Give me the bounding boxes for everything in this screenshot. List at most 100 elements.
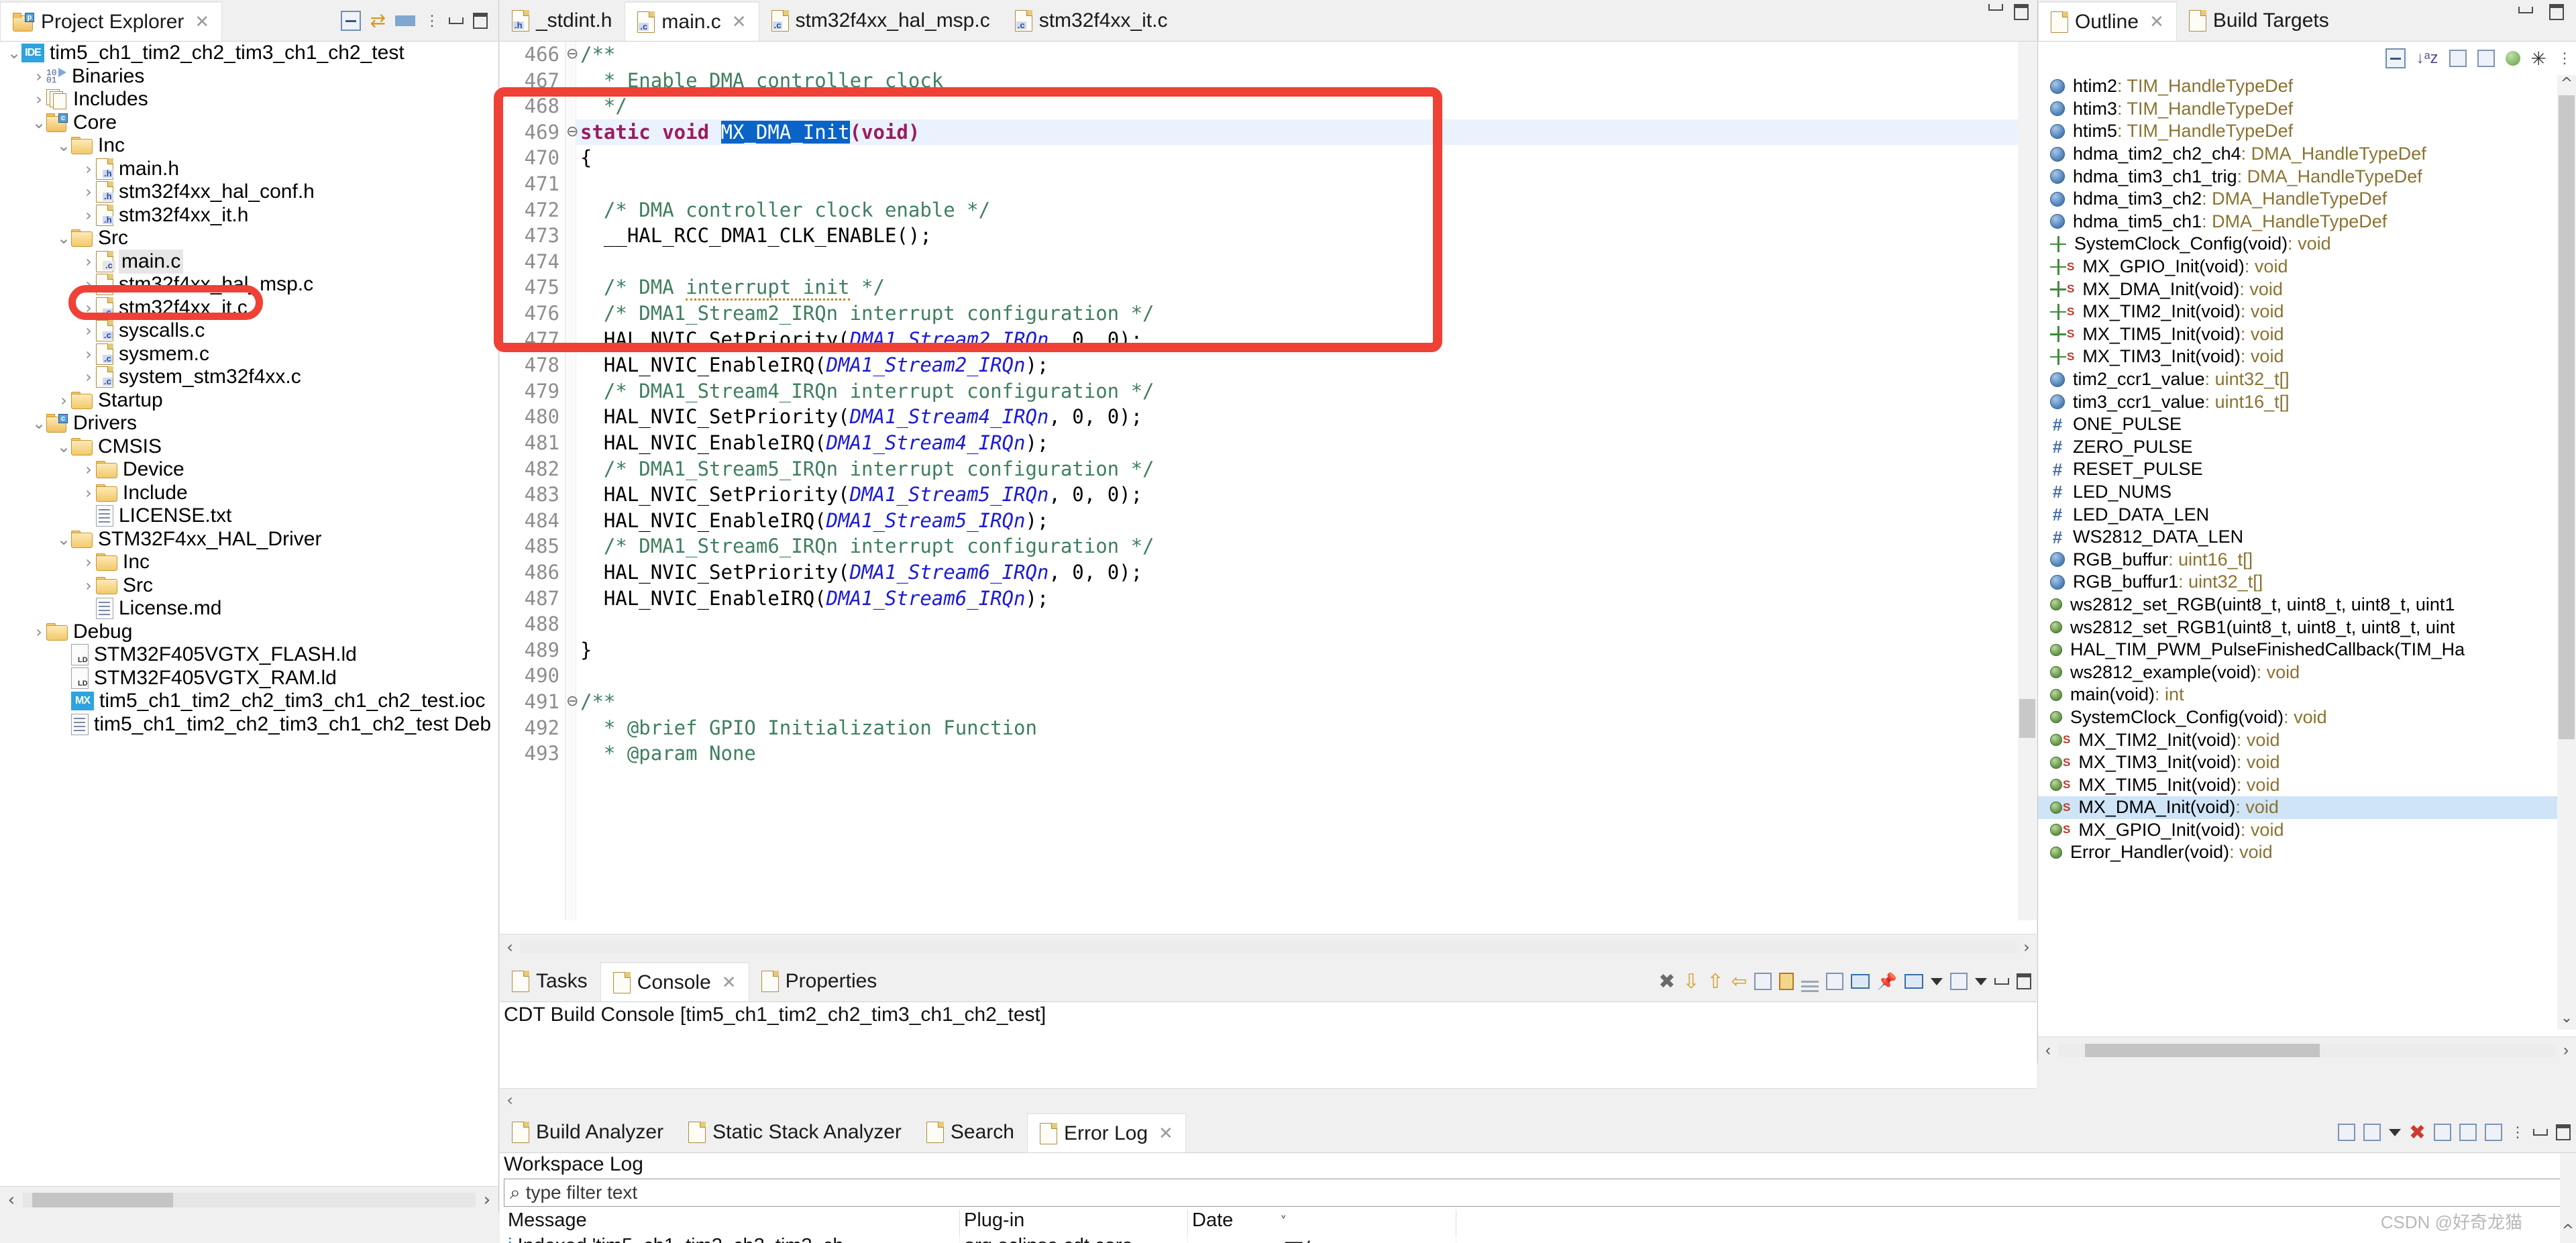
minimize-icon[interactable] <box>449 17 464 24</box>
tab-properties[interactable]: Properties <box>749 961 890 1002</box>
outline-item-mx-tim3-init-void-[interactable]: S MX_TIM3_Init(void) : void <box>2038 345 2557 368</box>
outline-item-mx-tim5-init-void-[interactable]: S MX_TIM5_Init(void) : void <box>2038 773 2557 796</box>
chevron-right-icon[interactable]: › <box>81 252 96 271</box>
view-menu-icon[interactable]: ⋮ <box>2510 1123 2525 1142</box>
word-wrap-icon[interactable] <box>1801 980 1819 983</box>
view-menu-filter-icon[interactable] <box>395 15 415 26</box>
scroll-lock-icon[interactable]: ⇦ <box>1731 971 1747 991</box>
collapse-all-icon[interactable] <box>2385 48 2406 68</box>
chevron-down-icon[interactable]: ⌄ <box>7 44 21 62</box>
outline-item-ws2812-data-len[interactable]: # WS2812_DATA_LEN <box>2038 526 2557 549</box>
outline-item-tim2-ccr1-value[interactable]: tim2_ccr1_value : uint32_t[] <box>2038 368 2557 391</box>
code-line[interactable]: { <box>580 145 592 171</box>
scroll-up-icon[interactable]: ^ <box>2559 75 2575 95</box>
console-hscrollbar[interactable]: ‹ <box>500 1088 2037 1111</box>
outline-item-tim3-ccr1-value[interactable]: tim3_ccr1_value : uint16_t[] <box>2038 390 2557 413</box>
tree-item-stm32f405vgtx-ram-ld[interactable]: LD STM32F405VGTX_RAM.ld <box>0 667 498 690</box>
minimize-icon[interactable] <box>1994 978 2009 985</box>
tree-item-inc[interactable]: ⌄ Inc <box>0 134 498 158</box>
tree-item-main-h[interactable]: › .h main.h <box>0 158 498 181</box>
tree-item-cmsis[interactable]: ⌄ CMSIS <box>0 435 498 459</box>
close-icon[interactable]: ✕ <box>195 12 209 32</box>
close-icon[interactable]: ✕ <box>1159 1124 1173 1144</box>
tab-tasks[interactable]: Tasks <box>500 961 600 1002</box>
tree-item-binaries[interactable]: › 10 01 Binaries <box>0 65 498 89</box>
chevron-right-icon[interactable]: › <box>56 391 71 410</box>
chevron-right-icon[interactable]: › <box>81 182 96 201</box>
display-console-dropdown-icon[interactable] <box>1931 977 1943 985</box>
outline-vscrollbar[interactable]: ^ ⌄ <box>2557 75 2576 1030</box>
open-console-dropdown-icon[interactable] <box>1975 977 1987 985</box>
editor-hscrollbar[interactable]: ‹ › <box>500 934 2037 959</box>
chevron-down-icon[interactable]: ⌄ <box>32 414 46 433</box>
close-icon[interactable]: ✕ <box>2149 12 2164 32</box>
tree-item-stm32f4xx-hal-driver[interactable]: ⌄ STM32F4xx_HAL_Driver <box>0 528 498 551</box>
clear-log-icon[interactable]: ✖ <box>2409 1121 2426 1144</box>
editor-vscroll-thumb[interactable] <box>2019 699 2035 738</box>
save-console-icon[interactable] <box>1754 973 1772 990</box>
outline-item-ws2812-example-void-[interactable]: ws2812_example(void) : void <box>2038 661 2557 684</box>
chevron-down-icon[interactable]: ⌄ <box>56 229 71 248</box>
error-log-vscrollbar[interactable]: ^ <box>2560 1153 2576 1243</box>
code-line[interactable]: HAL_NVIC_SetPriority(DMA1_Stream2_IRQn, … <box>580 327 1142 353</box>
chevron-down-icon[interactable]: ⌄ <box>32 113 46 132</box>
tab-search[interactable]: Search <box>914 1112 1027 1152</box>
code-line[interactable]: * Enable DMA controller clock <box>580 68 943 94</box>
outline-item-led-nums[interactable]: # LED_NUMS <box>2038 481 2557 504</box>
scroll-right-icon[interactable]: › <box>2556 1041 2576 1060</box>
outline-maximize-icon[interactable] <box>2549 4 2564 20</box>
tree-item-stm32f4xx-hal-msp-c[interactable]: › .c stm32f4xx_hal_msp.c <box>0 273 498 296</box>
code-line[interactable]: } <box>580 637 592 663</box>
close-icon[interactable]: ✕ <box>722 973 737 993</box>
project-explorer-hscrollbar[interactable]: ‹ › <box>0 1186 498 1213</box>
restore-log-icon[interactable] <box>2485 1124 2502 1141</box>
outline-item-htim5[interactable]: htim5 : TIM_HandleTypeDef <box>2038 120 2557 143</box>
minimize-icon[interactable] <box>2533 1129 2548 1136</box>
outline-item-ws2812-set-rgb-uint8-t-uint8-t-uint8-t-uint1[interactable]: ws2812_set_RGB(uint8_t, uint8_t, uint8_t… <box>2038 594 2557 616</box>
scroll-down-icon[interactable]: ⇩ <box>1682 970 1699 993</box>
tab-project-explorer[interactable]: p Project Explorer ✕ <box>0 1 223 41</box>
tab-build-targets[interactable]: Build Targets <box>2177 0 2342 41</box>
outline-item-mx-tim5-init-void-[interactable]: S MX_TIM5_Init(void) : void <box>2038 323 2557 346</box>
tree-item-stm32f4xx-it-h[interactable]: › .h stm32f4xx_it.h <box>0 204 498 227</box>
outline-item-hal-tim-pwm-pulsefinishedcallback-tim-ha[interactable]: HAL_TIM_PWM_PulseFinishedCallback(TIM_Ha <box>2038 639 2557 661</box>
lock-console-icon[interactable] <box>1779 973 1794 990</box>
scroll-left-icon[interactable]: ‹ <box>2038 1041 2058 1060</box>
editor-maximize-icon[interactable] <box>2014 4 2029 20</box>
code-line[interactable]: /* DMA1_Stream4_IRQn interrupt configura… <box>580 378 1155 404</box>
tab-console[interactable]: Console ✕ <box>600 962 749 1002</box>
tree-item-include[interactable]: › Include <box>0 482 498 505</box>
outline-item-systemclock-config-void-[interactable]: SystemClock_Config(void) : void <box>2038 706 2557 729</box>
chevron-right-icon[interactable]: › <box>81 160 96 178</box>
clear-console-icon[interactable] <box>1826 973 1844 990</box>
outline-item-led-data-len[interactable]: # LED_DATA_LEN <box>2038 503 2557 526</box>
tree-item-system-stm32f4xx-c[interactable]: › .c system_stm32f4xx.c <box>0 366 498 389</box>
outline-item-zero-pulse[interactable]: # ZERO_PULSE <box>2038 436 2557 459</box>
chevron-right-icon[interactable]: › <box>81 576 96 595</box>
sort-az-icon[interactable]: ↓ᵃz <box>2416 49 2438 68</box>
code-line[interactable]: /* DMA1_Stream5_IRQn interrupt configura… <box>580 456 1155 482</box>
outline-minimize-icon[interactable] <box>2518 7 2533 13</box>
tree-item-stm32f405vgtx-flash-ld[interactable]: LD STM32F405VGTX_FLASH.ld <box>0 643 498 667</box>
outline-item-hdma-tim3-ch1-trig[interactable]: hdma_tim3_ch1_trig : DMA_HandleTypeDef <box>2038 165 2557 188</box>
tree-item-debug[interactable]: › Debug <box>0 620 498 644</box>
export-log-icon[interactable] <box>2337 1124 2355 1141</box>
view-menu-icon[interactable]: ⋮ <box>2557 49 2572 68</box>
tree-item-syscalls-c[interactable]: › .c syscalls.c <box>0 319 498 343</box>
outline-item-one-pulse[interactable]: # ONE_PULSE <box>2038 413 2557 436</box>
tree-item-stm32f4xx-hal-conf-h[interactable]: › .h stm32f4xx_hal_conf.h <box>0 180 498 204</box>
outline-item-htim2[interactable]: htim2 : TIM_HandleTypeDef <box>2038 75 2557 98</box>
project-tree[interactable]: ⌄ IDE tim5_ch1_tim2_ch2_tim3_ch1_ch2_test ›… <box>0 42 498 1186</box>
outline-item-mx-gpio-init-void-[interactable]: S MX_GPIO_Init(void) : void <box>2038 256 2557 278</box>
chevron-down-icon[interactable]: ⌄ <box>56 437 71 456</box>
code-editor[interactable]: 466 467 468 469 470 471 472 473 474 475 476 477 478 4… <box>500 42 2037 920</box>
code-line[interactable]: * @brief GPIO Initialization Function <box>580 715 1037 741</box>
delete-log-icon[interactable] <box>2434 1124 2451 1141</box>
chevron-right-icon[interactable]: › <box>32 67 46 86</box>
chevron-right-icon[interactable]: › <box>81 206 96 225</box>
maximize-icon[interactable] <box>473 13 488 29</box>
collapse-all-icon[interactable] <box>340 11 361 31</box>
view-menu-icon[interactable]: ⋮ <box>425 11 439 30</box>
tree-item-license-md[interactable]: License.md <box>0 597 498 620</box>
chevron-right-icon[interactable]: › <box>81 368 96 386</box>
